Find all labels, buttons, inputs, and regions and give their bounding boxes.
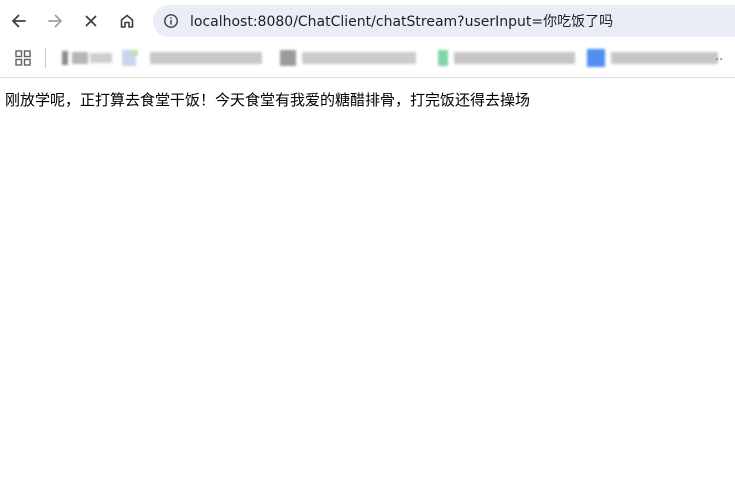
forward-icon: [48, 14, 62, 28]
home-button[interactable]: [115, 9, 139, 33]
bookmark-item[interactable]: [583, 49, 718, 67]
back-button[interactable]: [7, 9, 31, 33]
url-text[interactable]: localhost:8080/ChatClient/chatStream?use…: [190, 11, 613, 31]
site-info-button[interactable]: [161, 11, 181, 31]
bookmarks-separator: [45, 48, 46, 68]
bookmark-item[interactable]: [276, 50, 416, 66]
address-bar[interactable]: localhost:8080/ChatClient/chatStream?use…: [153, 5, 735, 37]
apps-grid-icon[interactable]: [15, 50, 31, 66]
forward-button[interactable]: [43, 9, 67, 33]
bookmarks-bar: ..: [0, 42, 735, 76]
back-icon: [12, 14, 26, 28]
home-icon: [120, 14, 134, 28]
toolbar-divider: [0, 77, 735, 78]
site-info-icon: [164, 14, 178, 28]
response-text: 刚放学呢，正打算去食堂干饭！今天食堂有我爱的糖醋排骨，打完饭还得去操场: [5, 91, 531, 109]
bookmark-item[interactable]: [430, 50, 575, 66]
stop-loading-icon: [85, 15, 97, 27]
bookmarks-overflow[interactable]: ..: [715, 49, 723, 64]
bookmark-item[interactable]: [62, 51, 112, 65]
browser-toolbar: localhost:8080/ChatClient/chatStream?use…: [0, 0, 735, 42]
bookmark-item[interactable]: [122, 50, 262, 66]
stop-loading-button[interactable]: [79, 9, 103, 33]
